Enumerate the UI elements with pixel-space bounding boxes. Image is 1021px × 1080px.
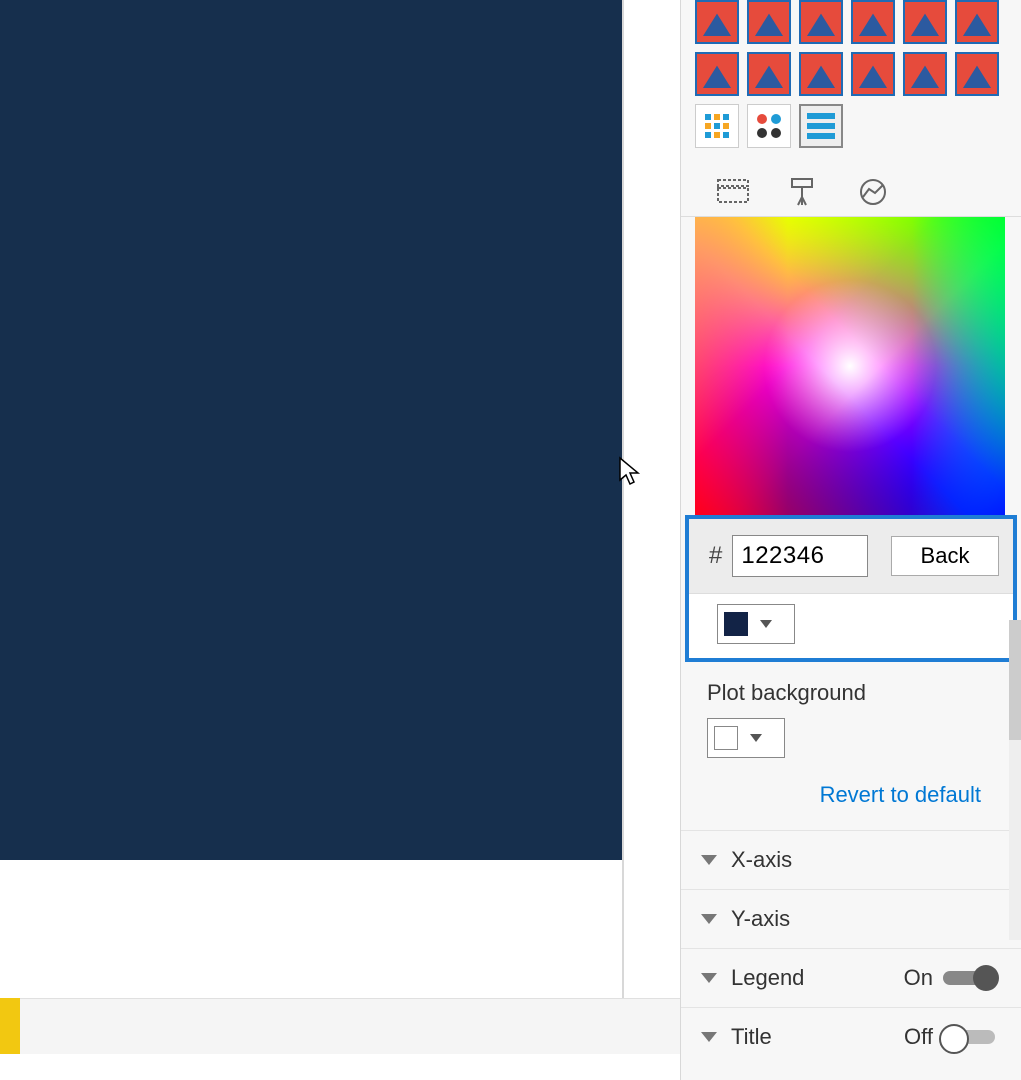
viz-type-icon[interactable] (799, 52, 843, 96)
viz-type-icon[interactable] (851, 0, 895, 44)
chevron-down-icon (701, 973, 717, 983)
plot-background-dropdown[interactable] (707, 718, 785, 758)
color-spectrum-picker[interactable] (695, 217, 1005, 515)
viz-type-icon[interactable] (747, 52, 791, 96)
revert-to-default-link[interactable]: Revert to default (681, 764, 1021, 830)
page-tab-bar[interactable] (20, 998, 680, 1054)
visualizations-pane: # Back Plot background Revert to default… (680, 0, 1021, 1080)
caret-down-icon (760, 620, 772, 628)
viz-type-icon[interactable] (955, 52, 999, 96)
section-label: Title (731, 1024, 772, 1050)
chevron-down-icon (701, 855, 717, 865)
toggle-state-label: On (904, 965, 933, 991)
color-swatch-dropdown[interactable] (717, 604, 795, 644)
format-tab-icon[interactable] (785, 176, 821, 208)
section-x-axis[interactable]: X-axis (681, 830, 1021, 889)
section-label: X-axis (731, 847, 792, 873)
viz-type-icon[interactable] (903, 52, 947, 96)
back-button[interactable]: Back (891, 536, 999, 576)
hex-color-input[interactable] (732, 535, 868, 577)
viz-type-icon[interactable] (747, 104, 791, 148)
section-title[interactable]: Title Off (681, 1007, 1021, 1066)
hex-prefix-label: # (709, 542, 722, 570)
report-canvas[interactable] (0, 0, 680, 1080)
chevron-down-icon (701, 914, 717, 924)
analytics-tab-icon[interactable] (855, 176, 891, 208)
format-tabs (681, 164, 1021, 217)
section-y-axis[interactable]: Y-axis (681, 889, 1021, 948)
viz-type-icon[interactable] (747, 0, 791, 44)
viz-type-icon[interactable] (955, 0, 999, 44)
legend-toggle[interactable] (943, 971, 995, 985)
current-color-swatch (724, 612, 748, 636)
title-toggle[interactable] (943, 1030, 995, 1044)
viz-type-icon[interactable] (799, 0, 843, 44)
visualization-type-gallery (681, 0, 1021, 164)
caret-down-icon (750, 734, 762, 742)
hex-input-highlight: # Back (685, 515, 1017, 662)
viz-type-icon[interactable] (903, 0, 947, 44)
plot-background-label: Plot background (707, 680, 995, 706)
viz-type-icon[interactable] (799, 104, 843, 148)
viz-type-icon[interactable] (695, 0, 739, 44)
fields-tab-icon[interactable] (715, 176, 751, 208)
scrollbar-thumb[interactable] (1009, 620, 1021, 740)
chevron-down-icon (701, 1032, 717, 1042)
panel-divider[interactable] (622, 0, 624, 998)
section-label: Y-axis (731, 906, 790, 932)
plot-bg-swatch (714, 726, 738, 750)
section-legend[interactable]: Legend On (681, 948, 1021, 1007)
canvas-background (0, 0, 622, 860)
viz-type-icon[interactable] (695, 104, 739, 148)
viz-type-icon[interactable] (851, 52, 895, 96)
toggle-state-label: Off (904, 1024, 933, 1050)
viz-type-icon[interactable] (695, 52, 739, 96)
section-label: Legend (731, 965, 804, 991)
page-tab-active[interactable] (0, 998, 20, 1054)
